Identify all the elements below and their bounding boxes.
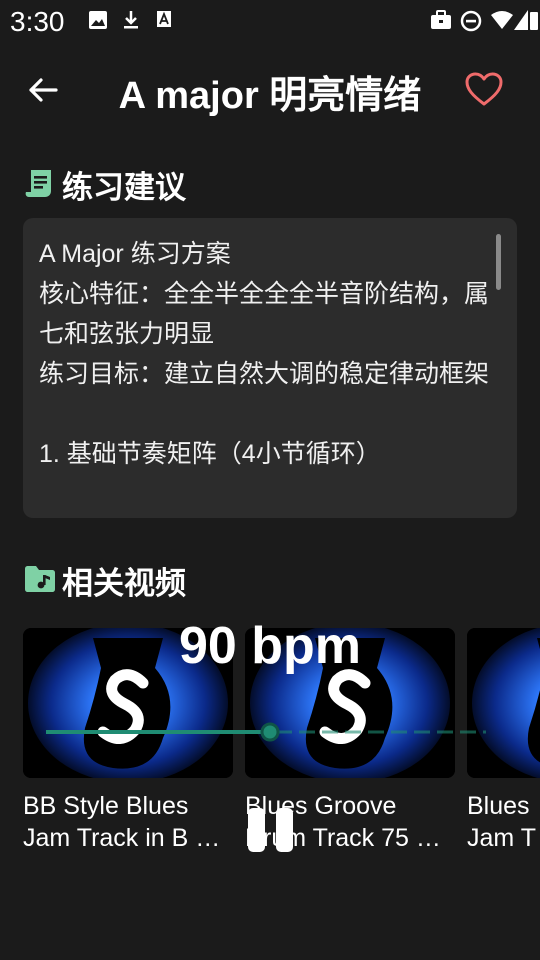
heart-outline-icon (465, 72, 503, 106)
advice-line: A Major 练习方案 (39, 240, 231, 268)
bpm-label: 90 bpm (178, 617, 362, 675)
folder-music-icon (25, 566, 55, 592)
advice-line: 1. 基础节奏矩阵（4小节循环） (39, 440, 381, 468)
image-icon (89, 11, 107, 29)
status-bar: 3:30 (0, 0, 540, 44)
status-time: 3:30 (10, 6, 65, 37)
favorite-button[interactable] (462, 68, 506, 112)
advice-text: A Major 练习方案 核心特征：全全半全全全半音阶结构，属七和弦张力明显 练… (39, 234, 509, 474)
video-title-line: Jam T (467, 824, 536, 852)
briefcase-icon (431, 10, 451, 29)
download-icon (124, 11, 138, 29)
advice-section-header: 练习建议 (24, 160, 324, 205)
script-icon (25, 170, 51, 197)
app-bar: A major 明亮情绪 (0, 50, 540, 130)
advice-scrollbar[interactable] (496, 234, 501, 290)
pause-button[interactable] (246, 808, 294, 854)
advice-line: 核心特征：全全半全全全半音阶结构，属七和弦张力明显 (39, 280, 490, 348)
wifi-icon (491, 11, 513, 29)
battery-icon (530, 12, 538, 30)
do-not-disturb-icon (460, 10, 482, 32)
slider-thumb[interactable] (260, 722, 280, 742)
video-title: Blues Jam T (467, 790, 540, 854)
video-title-line: BB Style Blues (23, 792, 189, 820)
tempo-slider[interactable] (46, 722, 486, 742)
page-title: A major 明亮情绪 (118, 75, 422, 117)
video-title-line: Jam Track in B … (23, 824, 221, 852)
advice-line: 练习目标：建立自然大调的稳定律动框架 (39, 360, 490, 388)
text-a-icon (157, 11, 171, 27)
advice-card[interactable]: A Major 练习方案 核心特征：全全半全全全半音阶结构，属七和弦张力明显 练… (23, 218, 517, 518)
videos-section-title: 相关视频 (62, 566, 186, 601)
video-title-line: Blues (467, 792, 530, 820)
advice-section-title: 练习建议 (62, 170, 186, 205)
signal-icon (514, 10, 528, 30)
video-title: BB Style Blues Jam Track in B … (23, 790, 233, 854)
advice-line (39, 394, 509, 434)
videos-section-header: 相关视频 (24, 556, 324, 601)
